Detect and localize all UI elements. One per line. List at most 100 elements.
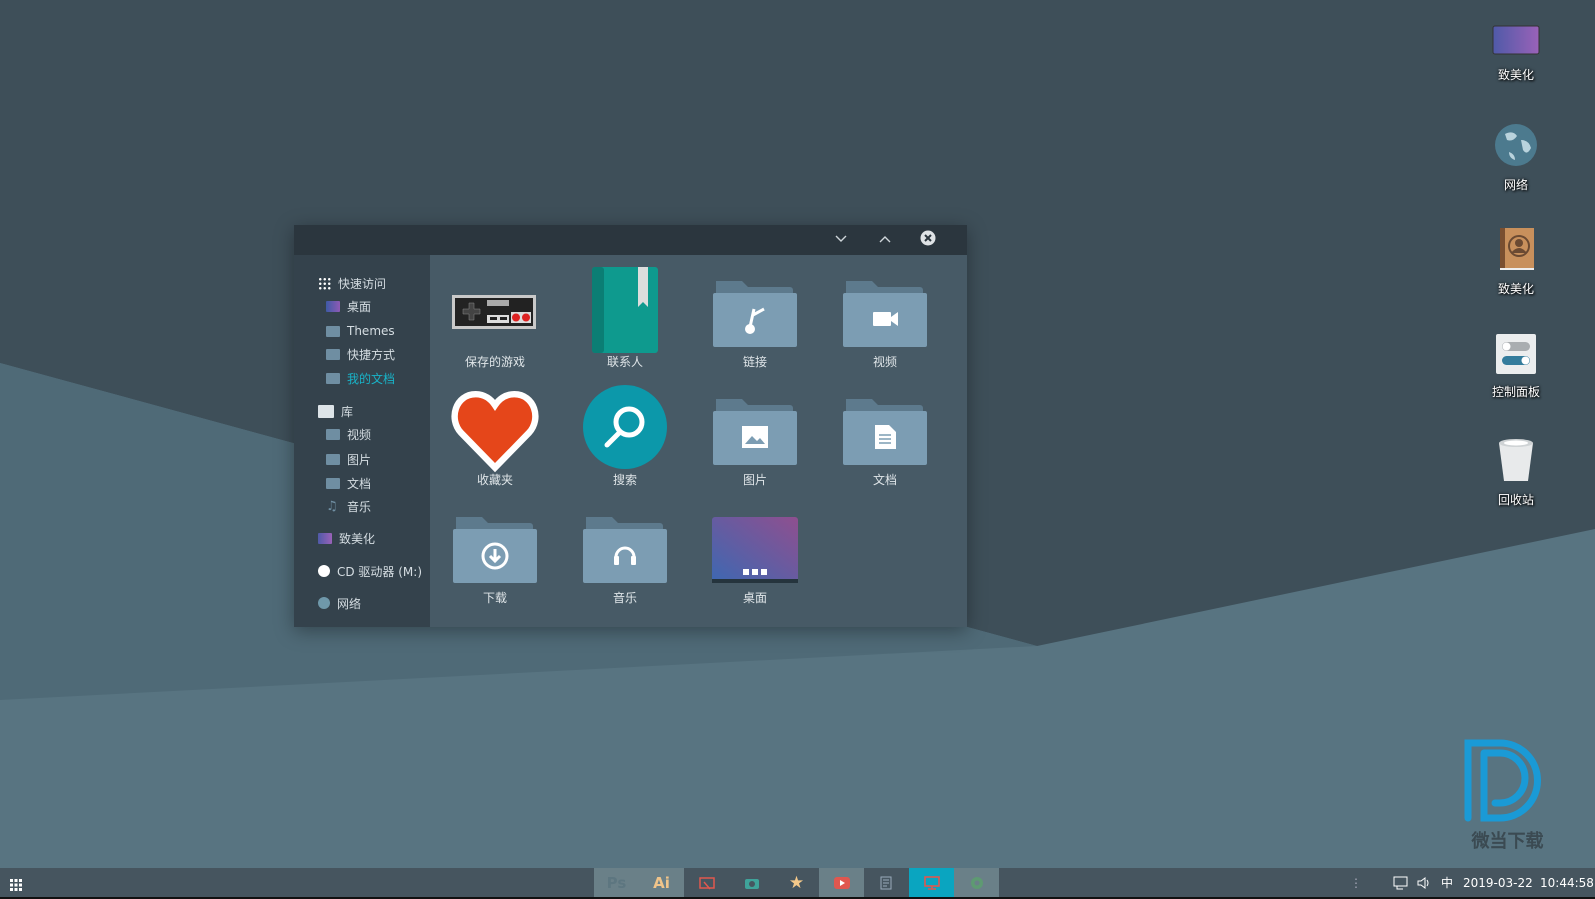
download-folder-icon [450,503,540,593]
taskbar-app-screenshot[interactable] [684,868,729,897]
sidebar-item-label: 图片 [347,452,372,467]
sidebar-item[interactable]: 快速访问 [318,273,386,293]
taskbar-app-illustrator[interactable]: Ai [639,868,684,897]
recycle-bin-icon [1499,439,1533,481]
desktop-icon-zhimeihua[interactable]: 致美化 [1476,24,1556,83]
music-folder-icon [580,503,670,593]
maximize-button[interactable] [876,231,894,249]
title-bar[interactable] [294,225,967,255]
folder-item-label: 视频 [872,355,897,369]
sidebar-item[interactable]: ♫ 音乐 [326,496,371,516]
desktop-icon-label: 网络 [1503,178,1528,192]
photoshop-icon: Ps [606,873,627,892]
close-icon [920,230,936,246]
chrome-icon [970,876,983,889]
folder-icon [326,372,340,384]
globe-icon [1495,124,1537,166]
contacts-book-icon [1500,228,1534,270]
taskbar-app-chrome[interactable] [954,868,999,897]
folder-item[interactable]: 收藏夹 [430,375,560,494]
desktop-icon-contacts[interactable]: 致美化 [1476,226,1556,297]
sidebar: 快速访问桌面 Themes 快捷方式我的文档库视频图片文档 ♫ 音乐致美化 CD 驱动器 … [294,255,430,627]
sidebar-item[interactable]: 桌面 [326,296,371,316]
sidebar-item[interactable]: 库 [318,401,353,421]
screenshot-icon [698,876,715,889]
sidebar-item[interactable]: 快捷方式 [326,344,395,364]
network-tray-icon[interactable] [1393,868,1409,897]
sidebar-item[interactable]: 致美化 [318,528,375,548]
folder-item-label: 保存的游戏 [464,355,525,369]
sidebar-item-label: 视频 [347,427,372,442]
heart-icon [450,385,540,475]
desktop-icon-label: 控制面板 [1491,385,1540,399]
music-icon: ♫ [326,498,338,514]
folder-item-label: 收藏夹 [476,473,513,487]
sidebar-item[interactable]: 视频 [326,424,371,444]
folder-item[interactable]: 桌面 [690,493,820,612]
sidebar-item[interactable]: 文档 [326,473,371,493]
folder-icon [326,325,340,337]
folder-item[interactable]: 音乐 [560,493,690,612]
document-folder-icon [840,385,930,475]
sidebar-item[interactable]: 图片 [326,449,371,469]
close-button[interactable] [919,230,937,248]
minimize-button[interactable] [832,231,850,249]
sidebar-item-label: 文档 [347,476,372,491]
chevron-down-icon [835,235,847,242]
grid-icon [318,276,331,290]
sidebar-item-label: 致美化 [339,531,376,546]
video-icon [326,428,340,440]
sidebar-item[interactable]: 网络 [318,593,361,613]
chevron-up-icon [879,236,891,243]
taskbar-app-camera[interactable] [729,868,774,897]
folder-content: 保存的游戏 联系人 链接 视频收藏夹 搜索 图片 文档下载 音乐 桌面 [430,255,967,627]
folder-item[interactable]: 视频 [820,257,950,376]
start-button[interactable] [10,876,22,895]
desktop-icon-control-panel[interactable]: 控制面板 [1476,333,1556,400]
library-icon [318,404,334,418]
file-explorer-window: 快速访问 桌面 Themes 快捷方式 我的文档库视频 图片 文档 ♫ 音乐 致美化 CD 驱动器 … [294,225,967,627]
folder-item-label: 文档 [872,473,897,487]
desktop-icon-label: 致美化 [1497,282,1534,296]
taskbar-app-notepad[interactable] [864,868,909,897]
folder-item[interactable]: 搜索 [560,375,690,494]
folder-item-label: 搜索 [612,473,637,487]
sidebar-item-label: Themes [347,324,395,338]
folder-item[interactable]: 链接 [690,257,820,376]
ime-indicator[interactable]: 中 [1441,868,1453,897]
folder-item[interactable]: 文档 [820,375,950,494]
volume-tray-icon[interactable] [1416,868,1432,897]
watermark-logo: 微当下载 [1460,735,1555,855]
folder-item[interactable]: 图片 [690,375,820,494]
video-folder-icon [840,267,930,357]
folder-item-label: 图片 [742,473,767,487]
monitor-icon [1492,25,1540,55]
folder-item-label: 下载 [482,591,507,605]
folder-item[interactable]: 下载 [430,493,560,612]
folder-item[interactable]: 联系人 [560,257,690,376]
tray-time[interactable]: 10:44:58 [1540,868,1594,897]
tray-date[interactable]: 2019-03-22 [1463,868,1533,897]
globe-icon [318,597,330,609]
desktop-icon [710,503,800,593]
sidebar-item-label: 音乐 [347,499,372,514]
sidebar-item-label: 桌面 [347,299,372,314]
sidebar-item[interactable]: CD 驱动器 (M:) [318,561,422,581]
taskbar-app-photoshop[interactable]: Ps [594,868,639,897]
sidebar-item[interactable]: 我的文档 [326,368,395,388]
tray-overflow[interactable]: ⋮ [1350,868,1362,897]
taskbar-app-monitor[interactable] [909,868,954,897]
taskbar-app-star[interactable]: ★ [774,868,819,897]
picture-folder-icon [710,385,800,475]
desktop-icon-network[interactable]: 网络 [1476,122,1556,193]
camera-icon [744,878,759,889]
search-icon [580,385,670,475]
sidebar-item[interactable]: Themes [326,321,395,341]
sidebar-item-label: CD 驱动器 (M:) [337,564,423,579]
desktop-icon-recycle-bin[interactable]: 回收站 [1476,437,1556,508]
notepad-icon [880,876,891,889]
contacts-book-icon [580,267,670,357]
sidebar-item-label: 我的文档 [347,371,396,386]
taskbar-app-youtube[interactable] [819,868,864,897]
folder-item[interactable]: 保存的游戏 [430,257,560,376]
